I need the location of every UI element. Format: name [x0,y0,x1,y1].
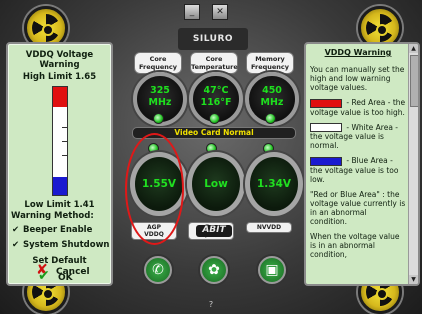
help-title: VDDQ Warning [324,48,392,57]
app-title: SILURO [178,28,248,50]
panel-title: VDDQ Voltage Warning [25,50,94,70]
voltage-warning-panel: VDDQ Voltage Warning High Limit 1.65 Low… [6,42,113,286]
white-swatch [310,123,342,132]
x-icon: ✘ [36,262,48,278]
nvvdd-dial[interactable]: 1.34V [245,152,303,216]
gauge-tick [62,127,67,128]
close-button[interactable]: ✕ [212,4,228,20]
core-temperature-label: Core Temperature [190,52,238,74]
system-shutdown-label: System Shutdown [23,240,110,250]
gauge-tick [62,155,67,156]
selection-highlight [125,133,184,245]
help-scrollbar[interactable]: ▲ ▼ [408,44,418,284]
help-panel: VDDQ Warning You can manually set the hi… [304,42,420,286]
help-paragraph: You can manually set the high and low wa… [310,65,405,92]
low-limit-label: Low Limit 1.41 [24,200,95,210]
memory-frequency-label: Memory Frequency [246,52,294,74]
scroll-up-arrow[interactable]: ▲ [409,44,418,53]
gauge-blue-area [53,177,67,195]
scroll-down-arrow[interactable]: ▼ [409,275,418,284]
core-frequency-label: Core Frequency [134,52,182,74]
beeper-enable-label: Beeper Enable [23,225,93,235]
help-white-area: - White Area - the voltage value is norm… [310,122,399,150]
help-red-area: - Red Area - the voltage value is too hi… [310,98,406,117]
core-frequency-led [153,113,164,124]
blue-swatch [310,156,342,166]
fan-icon[interactable]: ✿ [200,256,228,284]
gauge-red-area [53,87,67,107]
checkmark-icon: ✔ [11,240,20,250]
warning-method-label: Warning Method: [11,211,94,221]
nvvdd-label: NVVDD [246,222,292,233]
high-limit-label: High Limit 1.65 [22,72,97,82]
core-temperature-led [209,113,220,124]
help-paragraph: "Red or Blue Area" : the voltage value c… [310,189,406,226]
gauge-tick [62,141,67,142]
fan-speed-dial[interactable]: Low [187,152,245,216]
wrench-icon[interactable]: ✆ [144,256,172,284]
cancel-button[interactable]: ✘ Cancel [36,262,90,278]
help-button[interactable]: ? [204,300,218,312]
voltage-gauge[interactable] [52,86,68,196]
memory-frequency-led [265,113,276,124]
red-swatch [310,98,342,108]
cancel-label: Cancel [56,267,90,277]
beeper-enable-checkbox[interactable]: ✔ Beeper Enable [11,225,92,235]
minimize-button[interactable]: _ [184,4,200,20]
app-window: _ ✕ SILURO VDDQ Voltage Warning High Lim… [0,0,422,314]
scroll-thumb[interactable] [410,55,418,107]
monitor-icon[interactable]: ▣ [258,256,286,284]
checkmark-icon: ✔ [11,225,20,235]
abit-logo: ABIT [196,225,232,237]
system-shutdown-checkbox[interactable]: ✔ System Shutdown [11,240,110,250]
help-blue-area: - Blue Area - the voltage value is too l… [310,156,399,184]
help-paragraph: When the voltage value is in an abnormal… [310,231,400,259]
